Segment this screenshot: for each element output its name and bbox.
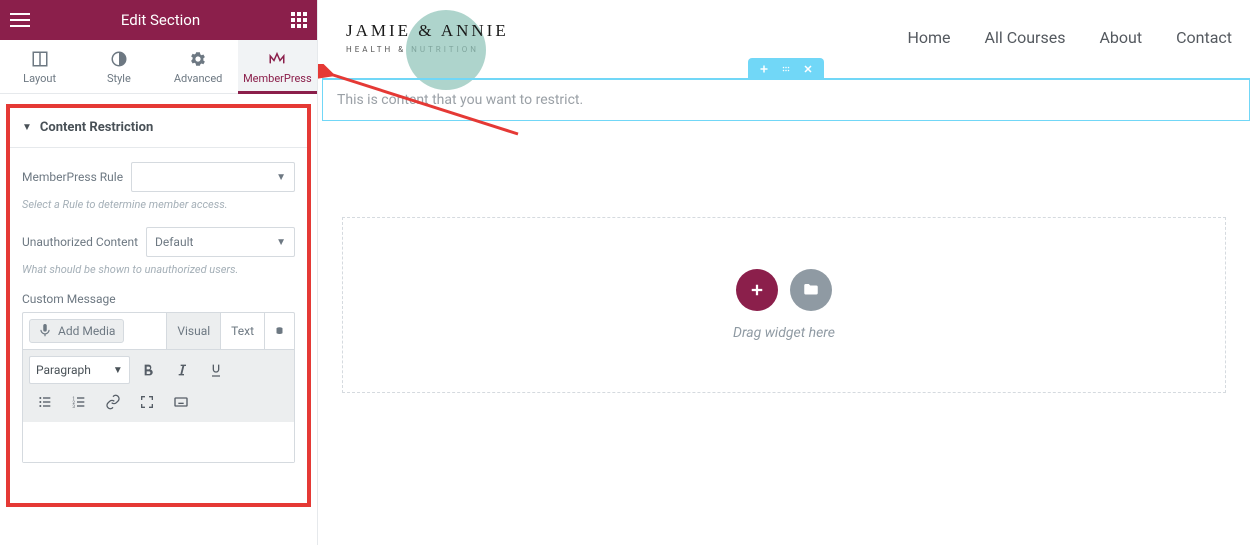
tab-layout[interactable]: Layout [0,40,79,93]
add-section-button[interactable] [758,63,770,75]
editor-panel: Edit Section Layout Style Advanced Membe… [0,0,318,545]
section-title: Content Restriction [40,120,153,135]
memberpress-icon [268,50,286,68]
caret-down-icon: ▼ [22,122,32,133]
section-handle [748,58,824,80]
format-value: Paragraph [36,363,91,377]
expand-icon [139,394,155,410]
keyboard-icon [173,394,189,410]
chevron-down-icon: ▼ [276,172,286,183]
tab-layout-label: Layout [23,72,56,85]
widgets-grid-icon[interactable] [291,12,307,28]
keyboard-button[interactable] [165,388,197,416]
controls: MemberPress Rule ▼ Select a Rule to dete… [10,148,307,463]
tab-style[interactable]: Style [79,40,158,93]
gear-icon [189,50,207,68]
bold-button[interactable] [132,356,164,384]
style-icon [110,50,128,68]
panel-title: Edit Section [121,11,200,29]
nav-contact[interactable]: Contact [1176,28,1232,47]
list-ul-icon [37,394,53,410]
rule-help: Select a Rule to determine member access… [22,198,295,211]
tab-advanced[interactable]: Advanced [159,40,238,93]
bullet-list-button[interactable] [29,388,61,416]
unauth-select[interactable]: Default ▼ [146,227,295,257]
format-select[interactable]: Paragraph ▼ [29,356,130,384]
wysiwyg-top: Add Media Visual Text [23,313,294,350]
rule-label: MemberPress Rule [22,170,123,184]
italic-icon [174,362,190,378]
panel-tabs: Layout Style Advanced MemberPress [0,40,317,94]
wysiwyg-toolbar: Paragraph ▼ 123 [23,350,294,422]
unauth-label: Unauthorized Content [22,235,138,249]
drop-buttons [736,269,832,311]
link-button[interactable] [97,388,129,416]
control-rule: MemberPress Rule ▼ [22,162,295,192]
underline-icon [208,362,224,378]
layout-icon [31,50,49,68]
add-media-label: Add Media [58,324,115,338]
fullscreen-button[interactable] [131,388,163,416]
edit-section-button[interactable] [780,63,792,75]
editor-tab-visual[interactable]: Visual [166,313,220,349]
main-nav: Home All Courses About Contact [907,28,1232,47]
drag-icon [780,63,792,75]
nav-courses[interactable]: All Courses [985,28,1066,47]
nav-about[interactable]: About [1099,28,1142,47]
tab-memberpress[interactable]: MemberPress [238,40,317,93]
drop-area[interactable]: Drag widget here [342,217,1226,393]
editor-tab-tools[interactable] [264,313,294,349]
chevron-down-icon: ▼ [113,365,123,376]
logo-main: JAMIE & ANNIE [346,22,509,41]
unauth-help: What should be shown to unauthorized use… [22,263,295,276]
tab-style-label: Style [107,72,131,85]
control-unauthorized: Unauthorized Content Default ▼ [22,227,295,257]
delete-section-button[interactable] [802,63,814,75]
rule-select[interactable]: ▼ [131,162,295,192]
plus-icon [758,63,770,75]
media-icon [38,324,52,338]
database-icon [275,325,284,337]
drop-text: Drag widget here [733,325,835,341]
menu-icon[interactable] [10,13,30,27]
editor-tab-text[interactable]: Text [220,313,264,349]
close-icon [802,63,814,75]
canvas: JAMIE & ANNIE HEALTH & NUTRITION Home Al… [318,0,1250,545]
add-media-button[interactable]: Add Media [29,319,124,343]
site-logo[interactable]: JAMIE & ANNIE HEALTH & NUTRITION [346,22,509,54]
link-icon [105,394,121,410]
tab-advanced-label: Advanced [174,72,222,85]
editor-tab-visual-label: Visual [177,324,210,338]
chevron-down-icon: ▼ [276,237,286,248]
custom-message-label: Custom Message [22,292,295,306]
italic-button[interactable] [166,356,198,384]
editor-body[interactable] [23,422,294,462]
nav-home[interactable]: Home [907,28,950,47]
editor-tabs: Visual Text [166,313,294,349]
list-ol-icon: 123 [71,394,87,410]
wysiwyg-editor: Add Media Visual Text Paragraph [22,312,295,463]
unauth-value: Default [155,235,193,249]
editor-tab-text-label: Text [231,324,254,338]
underline-button[interactable] [200,356,232,384]
add-widget-button[interactable] [736,269,778,311]
folder-icon [802,281,820,299]
highlight-box: ▼ Content Restriction MemberPress Rule ▼… [6,104,311,507]
restricted-content-text: This is content that you want to restric… [337,92,583,108]
plus-icon [748,281,766,299]
section-content-restriction[interactable]: ▼ Content Restriction [10,108,307,148]
restricted-content-section[interactable]: This is content that you want to restric… [322,78,1250,121]
panel-header: Edit Section [0,0,317,40]
bold-icon [140,362,156,378]
numbered-list-button[interactable]: 123 [63,388,95,416]
template-library-button[interactable] [790,269,832,311]
svg-text:3: 3 [72,404,75,410]
tab-memberpress-label: MemberPress [243,72,312,85]
